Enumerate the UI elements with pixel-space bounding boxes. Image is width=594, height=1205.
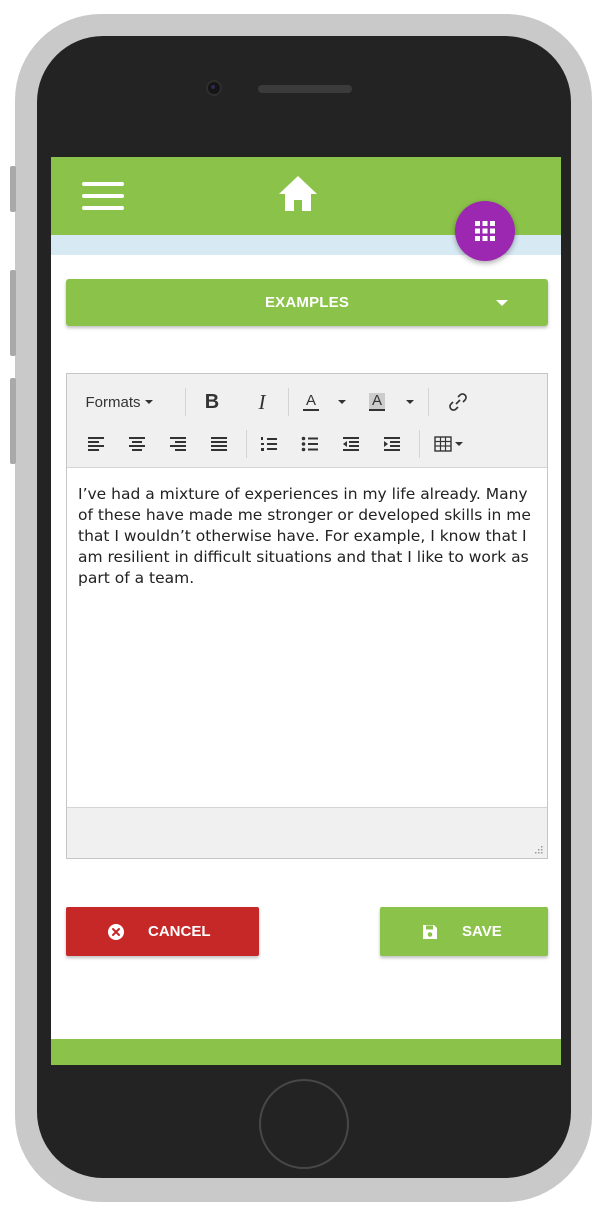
bullet-list-icon (301, 436, 318, 452)
outdent-button[interactable] (336, 422, 366, 466)
caret-down-icon (496, 300, 508, 306)
indent-button[interactable] (377, 422, 407, 466)
toolbar-row-2 (67, 422, 547, 466)
toolbar-divider (428, 388, 429, 416)
toolbar-divider (288, 388, 289, 416)
save-button[interactable]: SAVE (380, 907, 548, 956)
table-icon (433, 436, 452, 452)
align-left-button[interactable] (81, 422, 111, 466)
cancel-button[interactable]: CANCEL (66, 907, 259, 956)
align-right-button[interactable] (163, 422, 193, 466)
formats-dropdown[interactable]: Formats (77, 380, 161, 424)
caret-down-icon (454, 442, 463, 446)
align-center-icon (129, 437, 145, 451)
home-button[interactable] (259, 1079, 349, 1169)
align-right-icon (170, 437, 186, 451)
toolbar-divider (246, 430, 247, 458)
background-color-button[interactable]: A (363, 380, 391, 424)
examples-label: EXAMPLES (264, 294, 350, 311)
mute-switch (10, 166, 16, 212)
align-left-icon (88, 437, 104, 451)
close-circle-icon (108, 924, 124, 940)
numbered-list-button[interactable] (254, 422, 284, 466)
caret-down-icon (406, 400, 414, 404)
editor-statusbar (67, 807, 547, 858)
volume-up-button (10, 270, 16, 356)
caret-down-icon (144, 400, 153, 404)
formats-label: Formats (85, 393, 141, 411)
numbered-list-icon (261, 437, 277, 451)
align-center-button[interactable] (122, 422, 152, 466)
text-color-button[interactable]: A (297, 380, 325, 424)
toolbar-divider (185, 388, 186, 416)
toolbar-row-1: Formats B I A A (67, 380, 547, 424)
text-color-label: A (302, 393, 319, 411)
text-color-caret[interactable] (335, 380, 349, 424)
italic-button[interactable]: I (247, 380, 277, 424)
volume-down-button (10, 378, 16, 464)
cancel-label: CANCEL (148, 923, 211, 940)
app-footer (51, 1039, 561, 1065)
save-label: SAVE (462, 923, 502, 940)
toolbar-divider (419, 430, 420, 458)
bullet-list-button[interactable] (295, 422, 325, 466)
align-justify-button[interactable] (204, 422, 234, 466)
app-screen: EXAMPLES Formats B I A A I’ve had a mixt… (51, 157, 561, 1065)
floppy-disk-icon (423, 925, 437, 939)
resize-handle-icon[interactable] (535, 846, 543, 854)
bold-button[interactable]: B (197, 380, 227, 424)
earpiece-speaker (258, 85, 352, 93)
background-color-caret[interactable] (403, 380, 417, 424)
link-button[interactable] (443, 380, 473, 424)
outdent-icon (343, 437, 359, 451)
link-icon (449, 393, 467, 411)
table-button[interactable] (427, 422, 469, 466)
editor-content[interactable]: I’ve had a mixture of experiences in my … (78, 484, 540, 589)
background-color-label: A (368, 393, 385, 411)
home-icon[interactable] (276, 173, 320, 213)
examples-dropdown[interactable]: EXAMPLES (66, 279, 548, 326)
front-camera (206, 80, 222, 96)
editor-toolbar: Formats B I A A (67, 374, 547, 468)
caret-down-icon (338, 400, 346, 404)
grid-icon (475, 221, 495, 241)
align-justify-icon (211, 437, 227, 451)
hamburger-icon[interactable] (82, 182, 124, 210)
indent-icon (384, 437, 400, 451)
apps-fab-button[interactable] (455, 201, 515, 261)
rich-text-editor: Formats B I A A I’ve had a mixture of ex… (66, 373, 548, 859)
